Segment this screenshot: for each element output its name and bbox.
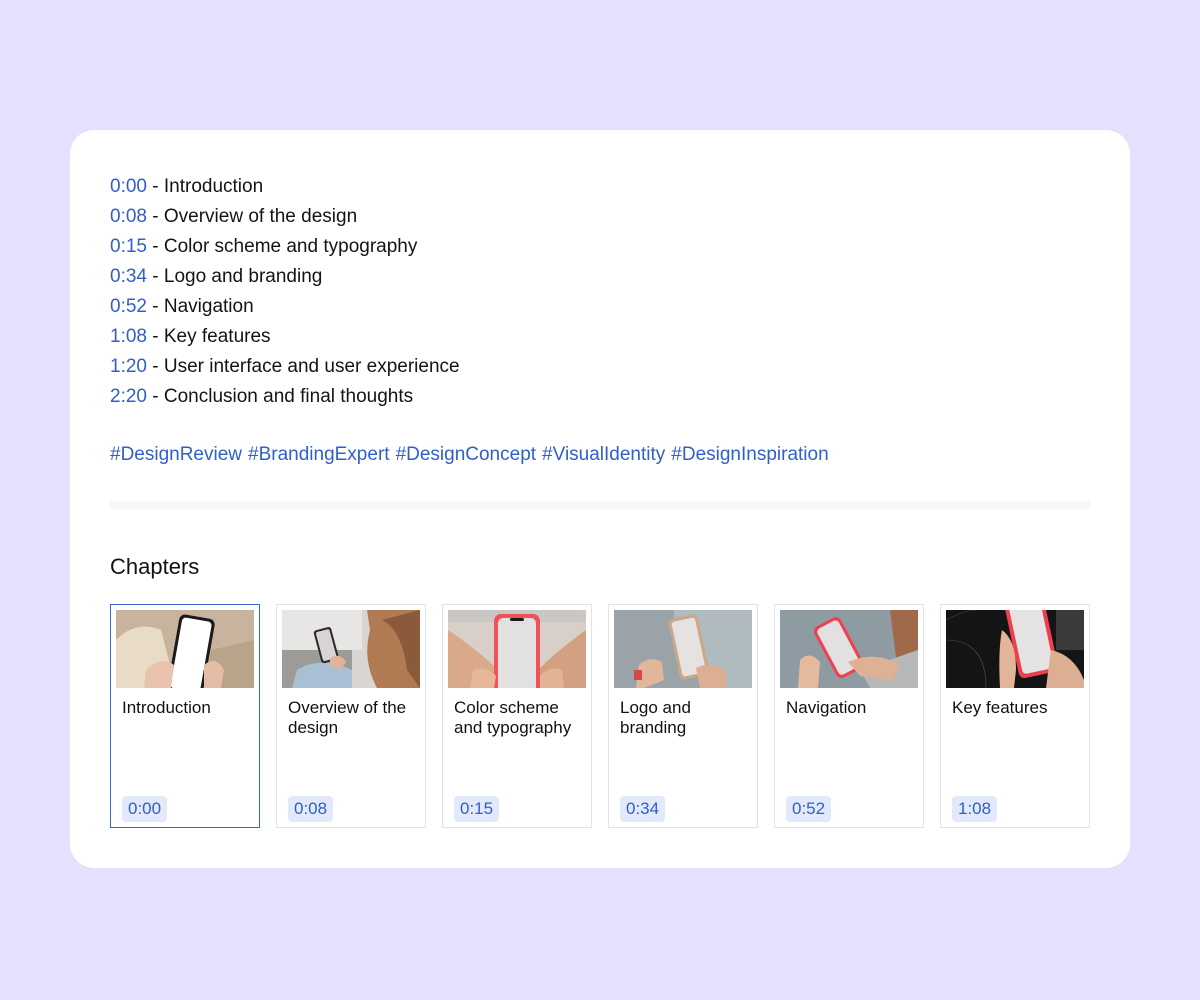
hashtag-link[interactable]: #DesignConcept [396,444,536,465]
timestamp-link[interactable]: 0:15 [110,236,147,257]
chapter-thumbnail [116,610,254,688]
timestamp-line: 2:20 - Conclusion and final thoughts [110,382,460,412]
timestamp-label: Conclusion and final thoughts [163,386,414,407]
hashtag-list: #DesignReview #BrandingExpert #DesignConce… [110,440,835,470]
timestamp-list: 0:00 - Introduction 0:08 - Overview of t… [110,172,460,412]
chapter-time-badge: 1:08 [952,796,998,822]
timestamp-line: 0:00 - Introduction [110,172,460,202]
separator: - [146,176,164,197]
timestamp-link[interactable]: 1:08 [110,326,147,347]
chapter-time-badge: 0:00 [122,796,168,822]
timestamp-line: 0:15 - Color scheme and typography [110,232,460,262]
hashtag-link[interactable]: #DesignReview [110,444,242,465]
chapter-time-badge: 0:52 [786,796,832,822]
hands-holding-red-phone-tilted-image [780,610,918,688]
separator: - [146,236,164,257]
chapter-thumbnail [946,610,1084,688]
timestamp-label: Logo and branding [163,266,323,287]
timestamp-line: 0:34 - Logo and branding [110,262,460,292]
chapter-card[interactable]: Overview of the design 0:08 [276,604,426,828]
separator: - [146,356,164,377]
timestamp-link[interactable]: 0:52 [110,296,147,317]
hashtag-link[interactable]: #DesignInspiration [671,444,828,465]
timestamp-link[interactable]: 0:08 [110,206,147,227]
timestamp-label: Introduction [163,176,264,197]
chapter-card[interactable]: Key features 1:08 [940,604,1090,828]
separator: - [146,206,164,227]
separator: - [146,296,164,317]
hashtag-link[interactable]: #BrandingExpert [248,444,390,465]
timestamp-label: Overview of the design [163,206,358,227]
timestamp-line: 1:20 - User interface and user experienc… [110,352,460,382]
hands-holding-phone-image [116,610,254,688]
chapter-thumbnail [780,610,918,688]
chapter-card[interactable]: Introduction 0:00 [110,604,260,828]
timestamp-line: 1:08 - Key features [110,322,460,352]
chapter-card[interactable]: Color scheme and typography 0:15 [442,604,592,828]
timestamp-line: 0:08 - Overview of the design [110,202,460,232]
timestamp-label: Navigation [163,296,254,317]
timestamp-link[interactable]: 2:20 [110,386,147,407]
separator: - [146,326,164,347]
woman-looking-at-phone-image [282,610,420,688]
chapter-title: Introduction [122,698,211,717]
chapter-thumbnail [448,610,586,688]
hands-holding-gold-phone-image [614,610,752,688]
hands-holding-red-phone-image [448,610,586,688]
timestamp-link[interactable]: 0:00 [110,176,147,197]
chapter-thumbnail [282,610,420,688]
chapter-time-badge: 0:34 [620,796,666,822]
timestamp-label: User interface and user experience [163,356,460,377]
chapter-card[interactable]: Navigation 0:52 [774,604,924,828]
separator: - [146,266,164,287]
chapter-title: Color scheme and typography [454,698,572,737]
hashtag-link[interactable]: #VisualIdentity [542,444,665,465]
timestamp-link[interactable]: 0:34 [110,266,147,287]
chapters-heading: Chapters [110,554,200,579]
chapter-time-badge: 0:08 [288,796,334,822]
chapter-title: Overview of the design [288,698,407,737]
timestamp-label: Color scheme and typography [163,236,418,257]
timestamp-label: Key features [163,326,271,347]
hands-holding-red-phone-dark-bg-image [946,610,1084,688]
chapter-title: Key features [952,698,1048,717]
chapter-card[interactable]: Logo and branding 0:34 [608,604,758,828]
chapter-title: Navigation [786,698,867,717]
timestamp-link[interactable]: 1:20 [110,356,147,377]
chapter-title: Logo and branding [620,698,691,737]
chapter-list: Introduction 0:00 Overview of the design… [110,604,1090,828]
section-divider [110,501,1090,509]
description-card: 0:00 - Introduction 0:08 - Overview of t… [70,130,1130,868]
separator: - [146,386,164,407]
timestamp-line: 0:52 - Navigation [110,292,460,322]
chapter-time-badge: 0:15 [454,796,500,822]
chapter-thumbnail [614,610,752,688]
